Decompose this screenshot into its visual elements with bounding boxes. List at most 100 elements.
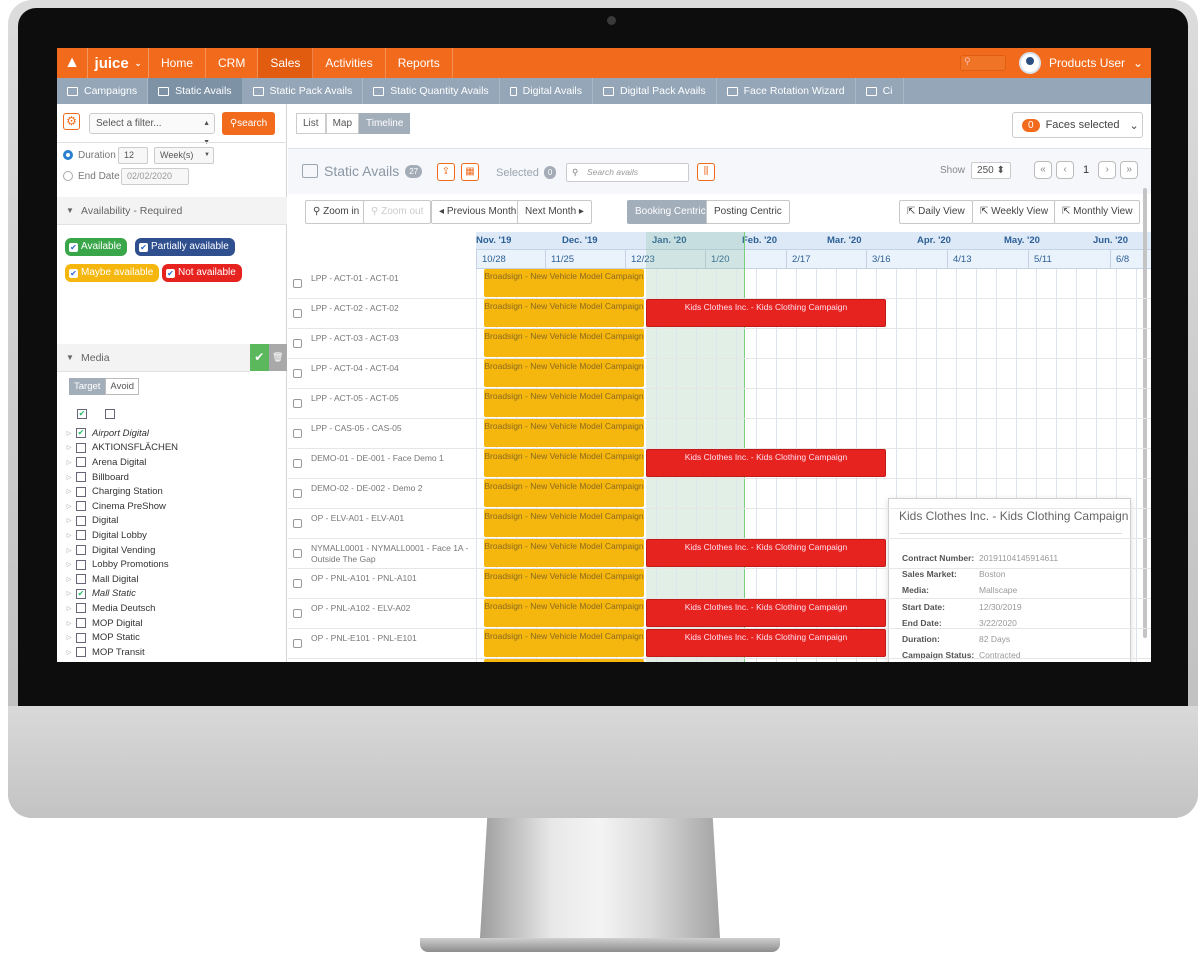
next-month-button[interactable]: Next Month ▸ [517,200,592,224]
zoom-in-button[interactable]: ⚲ Zoom in [305,200,368,224]
media-tree-item[interactable]: ▷ Arena Digital [57,455,287,470]
filter-select[interactable]: Select a filter...▲▼ [89,113,215,146]
availability-not-toggle[interactable]: ✔ Not available [162,264,242,282]
nav-crm[interactable]: CRM [206,48,259,78]
booking-bar-yellow[interactable]: Broadsign - New Vehicle Model Campaign [484,539,644,567]
expand-caret-icon[interactable]: ▷ [62,547,76,554]
weekly-view-button[interactable]: ⇱ Weekly View [972,200,1057,224]
expand-caret-icon[interactable]: ▷ [62,517,76,524]
expand-caret-icon[interactable]: ▷ [62,620,76,627]
end-date-radio[interactable] [63,171,73,181]
booking-bar-yellow[interactable]: Broadsign - New Vehicle Model Campaign [484,419,644,447]
end-date-input[interactable]: 02/02/2020 [121,168,189,185]
media-tree-item[interactable]: ▷Outdoor Advertising [57,660,287,662]
row-checkbox[interactable] [293,639,302,648]
booking-bar-yellow[interactable]: Broadsign - New Vehicle Model Campaign [484,359,644,387]
booking-bar-yellow[interactable]: Broadsign - New Vehicle Model Campaign [484,629,644,657]
media-tree-item[interactable]: ▷ Media Deutsch [57,601,287,616]
tab-ci[interactable]: Ci [856,78,904,104]
apply-check-icon[interactable]: ✔ [250,344,269,371]
tab-timeline[interactable]: Timeline [359,113,411,134]
tab-list[interactable]: List [296,113,326,134]
row-checkbox[interactable] [293,519,302,528]
expand-caret-icon[interactable]: ▷ [62,576,76,583]
daily-view-button[interactable]: ⇱ Daily View [899,200,973,224]
media-checkbox[interactable] [76,618,86,629]
duration-input[interactable]: 12 [118,147,148,164]
media-checkbox[interactable] [76,501,86,512]
booking-bar-yellow[interactable]: Broadsign - New Vehicle Model Campaign [484,299,644,327]
row-checkbox[interactable] [293,489,302,498]
booking-bar-red[interactable]: Kids Clothes Inc. - Kids Clothing Campai… [646,599,886,627]
row-checkbox[interactable] [293,579,302,588]
row-checkbox[interactable] [293,429,302,438]
media-checkbox[interactable] [76,530,86,541]
row-checkbox[interactable] [293,609,302,618]
booking-bar-yellow[interactable]: Broadsign - New Vehicle Model Campaign [484,449,644,477]
juice-logo-icon[interactable]: ▲ [57,48,87,78]
columns-icon[interactable]: ⫼ [697,163,715,181]
media-checkbox[interactable] [76,442,86,453]
tab-static-quantity-avails[interactable]: Static Quantity Avails [363,78,500,104]
last-page-icon[interactable]: » [1120,161,1139,179]
media-checkbox[interactable] [76,457,86,468]
expand-caret-icon[interactable]: ▷ [62,532,76,539]
media-tree-item[interactable]: ▷ Digital [57,514,287,529]
expand-caret-icon[interactable]: ▷ [62,634,76,641]
booking-bar-red[interactable]: Kids Clothes Inc. - Kids Clothing Campai… [646,299,886,327]
booking-bar-red[interactable]: Kids Clothes Inc. - Kids Clothing Campai… [646,629,886,657]
media-tree-item[interactable]: ▷ Mall Digital [57,572,287,587]
booking-bar-yellow[interactable]: Broadsign - New Vehicle Model Campaign [484,659,644,662]
booking-bar-yellow[interactable]: Broadsign - New Vehicle Model Campaign [484,389,644,417]
media-section-header[interactable]: ▼ Media [57,344,250,372]
media-checkbox[interactable] [76,603,86,614]
media-tree-item[interactable]: ▷ MOP Digital [57,616,287,631]
expand-caret-icon[interactable]: ▷ [62,474,76,481]
row-checkbox[interactable] [293,339,302,348]
media-checkbox[interactable] [76,559,86,570]
expand-caret-icon[interactable]: ▷ [62,561,76,568]
media-checkbox[interactable] [76,472,86,483]
avoid-all-checkbox[interactable] [105,409,115,419]
export-icon[interactable]: ⇪ [437,163,455,181]
booking-bar-red[interactable]: Kids Clothes Inc. - Kids Clothing Campai… [646,449,886,477]
availability-partial-toggle[interactable]: ✔ Partially available [135,238,235,256]
booking-bar-yellow[interactable]: Broadsign - New Vehicle Model Campaign [484,479,644,507]
media-checkbox[interactable] [76,545,86,556]
prev-page-icon[interactable]: ‹ [1056,161,1074,179]
media-tree-item[interactable]: ▷ AKTIONSFLÄCHEN [57,441,287,456]
media-checkbox[interactable] [76,632,86,643]
media-tree-item[interactable]: ▷ Charging Station [57,484,287,499]
user-menu[interactable]: Products User ⌄ [1019,52,1143,74]
row-checkbox[interactable] [293,369,302,378]
expand-caret-icon[interactable]: ▷ [62,488,76,495]
tab-digital-pack-avails[interactable]: Digital Pack Avails [593,78,717,104]
booking-bar-yellow[interactable]: Broadsign - New Vehicle Model Campaign [484,269,644,297]
media-checkbox[interactable] [76,515,86,526]
availability-available-toggle[interactable]: ✔ Available [65,238,128,256]
media-tree-item[interactable]: ▷ ✔ Mall Static [57,587,287,602]
row-checkbox[interactable] [293,279,302,288]
media-checkbox[interactable]: ✔ [76,428,86,439]
search-button[interactable]: ⚲search [222,112,275,135]
duration-unit-select[interactable]: Week(s) ▼ [154,147,214,164]
media-tree-item[interactable]: ▷ ✔ Airport Digital [57,426,287,441]
duration-radio[interactable] [63,150,73,160]
nav-sales[interactable]: Sales [258,48,314,78]
trash-icon[interactable]: 🗑 [268,344,287,371]
zoom-out-button[interactable]: ⚲ Zoom out [363,200,432,224]
faces-selected-dropdown[interactable]: 0 Faces selected ⌄ [1012,112,1143,138]
expand-caret-icon[interactable]: ▷ [62,590,76,597]
brand-menu[interactable]: juice ⌄ [87,48,149,78]
search-avails-input[interactable]: Search avails [566,163,689,182]
booking-bar-red[interactable]: Kids Clothes Inc. - Kids Clothing Campai… [646,539,886,567]
target-tab[interactable]: Target [69,378,106,395]
expand-caret-icon[interactable]: ▷ [62,503,76,510]
tab-map[interactable]: Map [325,113,360,134]
booking-bar-yellow[interactable]: Broadsign - New Vehicle Model Campaign [484,569,644,597]
nav-reports[interactable]: Reports [386,48,453,78]
monthly-view-button[interactable]: ⇱ Monthly View [1054,200,1141,224]
media-tree-item[interactable]: ▷ Lobby Promotions [57,557,287,572]
row-checkbox[interactable] [293,549,302,558]
expand-caret-icon[interactable]: ▷ [62,444,76,451]
